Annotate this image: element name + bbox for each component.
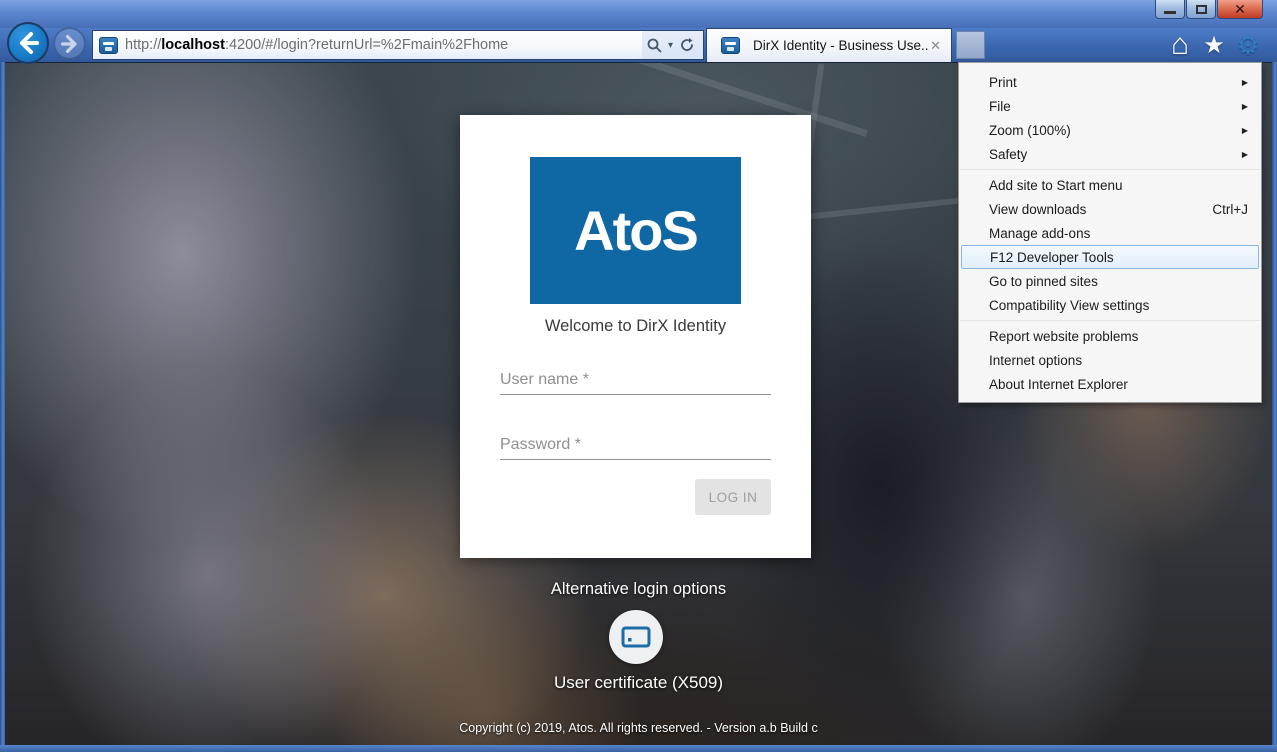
refresh-icon[interactable] (679, 37, 695, 53)
login-button[interactable]: LOG IN (695, 479, 771, 515)
url-protocol: http:// (125, 37, 161, 53)
favorites-button[interactable]: ★ (1199, 30, 1229, 60)
menu-item-report-website-problems[interactable]: Report website problems (959, 324, 1261, 348)
forward-button[interactable] (53, 27, 86, 60)
window-border-left (0, 62, 5, 752)
close-icon: ✕ (1234, 2, 1246, 16)
menu-item-manage-add-ons[interactable]: Manage add-ons (959, 221, 1261, 245)
password-input[interactable] (500, 430, 771, 460)
tools-menu: Print ▶ File ▶ Zoom (100%) ▶ Safety ▶ Ad… (958, 62, 1262, 403)
tab-favicon (721, 37, 740, 54)
window-border-right (1272, 62, 1277, 752)
menu-item-label: Go to pinned sites (989, 274, 1098, 289)
search-dropdown-icon[interactable]: ▾ (668, 40, 673, 51)
menu-item-label: Add site to Start menu (989, 178, 1123, 193)
tab-title: DirX Identity - Business Use... (753, 38, 928, 53)
submenu-arrow-icon: ▶ (1242, 150, 1248, 159)
menu-separator (960, 320, 1260, 321)
user-certificate-button[interactable] (609, 610, 663, 664)
minimize-button[interactable] (1155, 0, 1185, 19)
menu-item-label: Internet options (989, 353, 1082, 368)
menu-item-about-internet-explorer[interactable]: About Internet Explorer (959, 372, 1261, 396)
menu-item-f12-developer-tools[interactable]: F12 Developer Tools (961, 245, 1259, 269)
new-tab-button[interactable] (956, 31, 985, 59)
url-path: :4200/#/login?returnUrl=%2Fmain%2Fhome (225, 37, 508, 53)
submenu-arrow-icon: ▶ (1242, 78, 1248, 87)
address-bar[interactable]: http://localhost:4200/#/login?returnUrl=… (92, 30, 704, 60)
restore-icon (1196, 5, 1207, 14)
atos-logo: AtoS (530, 157, 741, 304)
certificate-label: User certificate (X509) (5, 673, 1272, 693)
menu-item-label: About Internet Explorer (989, 377, 1128, 392)
atos-favicon (99, 37, 118, 54)
menu-item-label: View downloads (989, 202, 1086, 217)
menu-item-file[interactable]: File ▶ (959, 94, 1261, 118)
address-bar-icons: ▾ (642, 31, 703, 59)
username-input[interactable] (500, 365, 771, 395)
menu-item-safety[interactable]: Safety ▶ (959, 142, 1261, 166)
restore-button[interactable] (1186, 0, 1216, 19)
browser-window: ✕ http://localhost:4200/#/login?returnUr… (0, 0, 1277, 752)
url-host: localhost (161, 37, 225, 53)
home-button[interactable]: ⌂ (1165, 30, 1195, 60)
submenu-arrow-icon: ▶ (1242, 102, 1248, 111)
menu-separator (960, 169, 1260, 170)
atos-logo-text: AtoS (574, 198, 697, 263)
menu-item-label: Compatibility View settings (989, 298, 1149, 313)
window-controls: ✕ (1155, 0, 1263, 19)
back-button[interactable] (7, 22, 49, 64)
menu-item-print[interactable]: Print ▶ (959, 70, 1261, 94)
menu-item-label: File (989, 99, 1011, 114)
toolbar-icons: ⌂ ★ ⚙ (1165, 30, 1263, 60)
menu-item-zoom[interactable]: Zoom (100%) ▶ (959, 118, 1261, 142)
login-card: AtoS Welcome to DirX Identity LOG IN (460, 115, 811, 558)
menu-item-add-site-to-start-menu[interactable]: Add site to Start menu (959, 173, 1261, 197)
menu-item-label: Print (989, 75, 1017, 90)
gear-icon: ⚙ (1236, 30, 1259, 61)
menu-item-shortcut: Ctrl+J (1212, 202, 1248, 217)
minimize-icon (1164, 11, 1176, 14)
forward-arrow-icon (61, 35, 79, 53)
back-arrow-icon (17, 32, 39, 54)
submenu-arrow-icon: ▶ (1242, 126, 1248, 135)
menu-item-label: Zoom (100%) (989, 123, 1071, 138)
menu-item-label: F12 Developer Tools (990, 250, 1114, 265)
welcome-text: Welcome to DirX Identity (460, 317, 811, 336)
title-bar: ✕ (0, 0, 1277, 28)
window-border-bottom (0, 745, 1277, 752)
menu-item-internet-options[interactable]: Internet options (959, 348, 1261, 372)
tab-close-icon[interactable]: ✕ (928, 38, 943, 54)
menu-item-compatibility-view-settings[interactable]: Compatibility View settings (959, 293, 1261, 317)
menu-item-view-downloads[interactable]: View downloads Ctrl+J (959, 197, 1261, 221)
home-icon: ⌂ (1171, 32, 1189, 58)
url-text[interactable]: http://localhost:4200/#/login?returnUrl=… (125, 37, 642, 53)
menu-item-label: Report website problems (989, 329, 1138, 344)
search-icon[interactable] (646, 37, 662, 53)
tab-dirx-identity[interactable]: DirX Identity - Business Use... ✕ (706, 28, 952, 62)
menu-item-go-to-pinned-sites[interactable]: Go to pinned sites (959, 269, 1261, 293)
certificate-card-icon (621, 625, 651, 649)
alternative-login-title: Alternative login options (5, 580, 1272, 599)
star-icon: ★ (1203, 31, 1225, 60)
tools-button[interactable]: ⚙ (1233, 30, 1263, 60)
menu-item-label: Safety (989, 147, 1027, 162)
menu-item-label: Manage add-ons (989, 226, 1090, 241)
copyright-text: Copyright (c) 2019, Atos. All rights res… (5, 721, 1272, 735)
close-button[interactable]: ✕ (1217, 0, 1263, 19)
